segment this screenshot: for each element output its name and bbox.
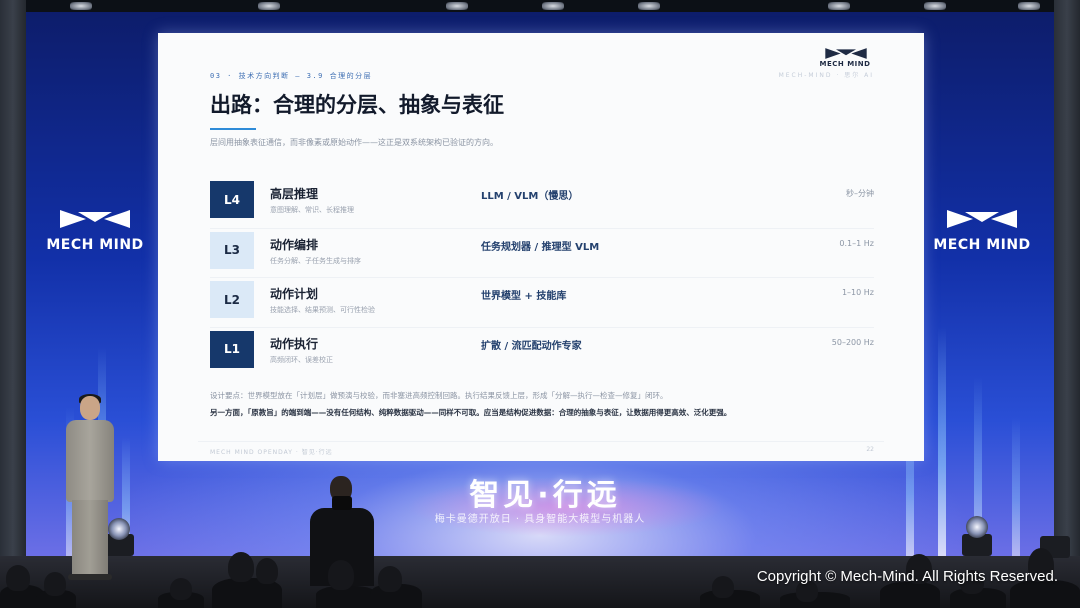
side-logo-right: MECH MIND xyxy=(927,208,1037,253)
audience-member xyxy=(712,576,734,598)
led-light-bar xyxy=(1012,417,1020,557)
layer-row: L2 动作计划 技能选择、结果预测、可行性检验 世界模型 + 技能库 1–10 … xyxy=(210,277,874,327)
left-pillar xyxy=(0,0,26,608)
layer-frequency: 1–10 Hz xyxy=(841,288,874,297)
layer-technology: 扩散 / 流匹配动作专家 xyxy=(481,340,582,352)
audience-member xyxy=(256,558,278,584)
layer-technology: LLM / VLM（慢思） xyxy=(481,191,579,202)
audience-member xyxy=(44,572,66,596)
ceiling-light xyxy=(828,2,850,10)
audience-member xyxy=(6,565,30,591)
slide-brand-caption: MECH-MIND · 思尔 AI xyxy=(778,72,874,79)
design-note: 设计要点：世界模型放在「计划层」做预演与校验，而非塞进高频控制回路。执行结果反馈… xyxy=(210,391,668,400)
layer-frequency: 秒–分钟 xyxy=(846,189,874,198)
mech-mind-logo-icon xyxy=(947,210,1017,228)
layer-description: 任务分解、子任务生成与排序 xyxy=(270,256,361,265)
layer-name: 高层推理 xyxy=(270,187,319,201)
ceiling-light xyxy=(258,2,280,10)
ceiling-light xyxy=(1018,2,1040,10)
footer-divider xyxy=(198,441,884,442)
slide-breadcrumb: 03 · 技术方向判断 — 3.9 合理的分层 xyxy=(210,72,373,80)
layer-row: L4 高层推理 意图理解、常识、长程推理 LLM / VLM（慢思） 秒–分钟 xyxy=(210,178,874,228)
layer-frequency: 0.1–1 Hz xyxy=(839,238,874,248)
audience-member xyxy=(170,578,192,600)
layer-name: 动作编排 xyxy=(270,237,319,252)
audience-member xyxy=(378,566,402,592)
slide-title: 出路：合理的分层、抽象与表征 xyxy=(210,93,504,117)
slide-page-number: 22 xyxy=(866,446,874,453)
layer-badge: L2 xyxy=(210,281,254,318)
layer-description: 技能选择、结果预测、可行性检验 xyxy=(270,306,375,314)
ceiling-light xyxy=(70,2,92,10)
right-pillar xyxy=(1054,0,1080,608)
side-logo-left: MECH MIND xyxy=(40,208,150,253)
layer-badge: L1 xyxy=(210,330,254,368)
ceiling-light xyxy=(446,2,468,10)
layer-table: L4 高层推理 意图理解、常识、长程推理 LLM / VLM（慢思） 秒–分钟 … xyxy=(210,178,874,376)
slide-brand-wordmark: MECH MIND xyxy=(819,60,871,68)
layer-technology: 世界模型 + 技能库 xyxy=(481,291,567,302)
layer-badge: L3 xyxy=(210,231,254,269)
layer-badge: L4 xyxy=(210,181,254,218)
title-underline xyxy=(210,128,256,130)
layer-frequency: 50–200 Hz xyxy=(831,337,874,347)
led-light-bar xyxy=(938,327,946,557)
copyright-watermark: Copyright © Mech-Mind. All Rights Reserv… xyxy=(756,568,1058,585)
layer-row: L1 动作执行 高频闭环、误差校正 扩散 / 流匹配动作专家 50–200 Hz xyxy=(210,326,874,377)
ceiling-light xyxy=(638,2,660,10)
ceiling-light xyxy=(542,2,564,10)
audience-member xyxy=(328,560,354,590)
conclusion-note: 另一方面，「原教旨」的端到端——没有任何结构、纯粹数据驱动——同样不可取。应当是… xyxy=(210,408,732,417)
slide-footer: MECH MIND OPENDAY · 智见·行远 xyxy=(210,449,333,456)
camera-icon xyxy=(332,496,352,510)
spotlight-lens xyxy=(966,516,988,538)
side-logo-wordmark: MECH MIND xyxy=(46,237,144,253)
layer-description: 意图理解、常识、长程推理 xyxy=(270,206,354,214)
speaker xyxy=(58,394,122,580)
layer-name: 动作计划 xyxy=(270,287,319,301)
audience-member xyxy=(228,552,254,582)
presentation-slide: 03 · 技术方向判断 — 3.9 合理的分层 MECH MIND MECH-M… xyxy=(158,33,924,461)
layer-name: 动作执行 xyxy=(270,336,319,351)
layer-description: 高频闭环、误差校正 xyxy=(270,355,333,364)
slide-subtitle: 层间用抽象表征通信，而非像素或原始动作——这正是双系统架构已验证的方向。 xyxy=(210,138,498,147)
event-title: 智见·行远 xyxy=(469,478,621,513)
side-logo-wordmark: MECH MIND xyxy=(933,237,1031,253)
event-subtitle: 梅卡曼德开放日 · 具身智能大模型与机器人 xyxy=(434,514,646,525)
audience-member xyxy=(880,582,940,608)
mech-mind-logo-icon xyxy=(60,210,130,228)
mech-mind-logo-icon xyxy=(825,48,867,59)
layer-technology: 任务规划器 / 推理型 VLM xyxy=(481,241,600,253)
layer-row: L3 动作编排 任务分解、子任务生成与排序 任务规划器 / 推理型 VLM 0.… xyxy=(210,227,874,278)
ceiling-light xyxy=(924,2,946,10)
